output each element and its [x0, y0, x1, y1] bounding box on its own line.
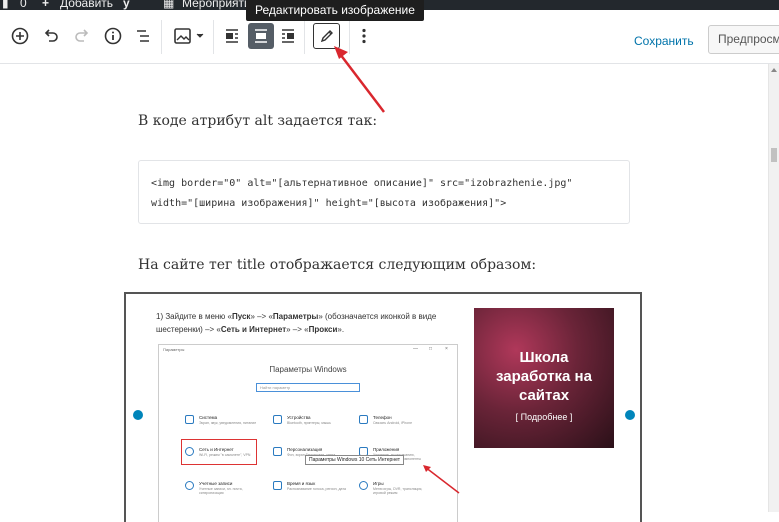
paragraph-title[interactable]: На сайте тег title отображается следующи…: [138, 257, 536, 273]
comments-icon[interactable]: ▮: [2, 0, 9, 10]
minimize-icon: —: [413, 346, 418, 352]
add-block-icon[interactable]: [8, 24, 32, 48]
ad-line-2: заработка на: [496, 368, 592, 385]
image-tooltip: Параметры Windows 10 Сеть Интернет: [305, 455, 404, 465]
settings-cell: Устройства Bluetooth, принтеры, мышь: [273, 415, 348, 443]
image-instruction-text: 1) Зайдите в меню «Пуск» –> «Параметры» …: [156, 312, 437, 334]
highlight-box: [181, 439, 257, 465]
events-link[interactable]: Мероприяти: [182, 0, 251, 10]
resize-handle-left[interactable]: [133, 410, 143, 420]
paragraph-alt[interactable]: В коде атрибут alt задается так:: [138, 113, 377, 129]
save-draft-button[interactable]: Сохранить: [634, 34, 694, 48]
annotation-arrow: [334, 46, 385, 113]
scrollbar[interactable]: [768, 64, 779, 512]
scroll-thumb[interactable]: [771, 148, 777, 162]
time-language-icon: [273, 481, 282, 490]
phone-icon: [359, 415, 368, 424]
gaming-icon: [359, 481, 368, 490]
resize-handle-right[interactable]: [625, 410, 635, 420]
window-heading: Параметры Windows: [269, 365, 347, 374]
undo-icon[interactable]: [39, 24, 63, 48]
settings-cell: Учетные записи Учетные записи, эл. почта,…: [185, 481, 260, 509]
accounts-icon: [185, 481, 194, 490]
block-type-image-icon[interactable]: [173, 24, 207, 48]
window-title: Параметры: [163, 347, 185, 352]
comments-count[interactable]: 0: [20, 0, 27, 10]
code-line-1: <img border="0" alt="[альтернативное опи…: [151, 178, 573, 189]
add-new-link[interactable]: Добавить: [60, 0, 113, 10]
code-block[interactable]: <img border="0" alt="[альтернативное опи…: [138, 160, 630, 224]
align-center-icon[interactable]: [248, 23, 274, 49]
windows-settings-screenshot: Параметры — □ × Параметры Windows Найти …: [158, 344, 460, 522]
ad-more: [ Подробнее ]: [515, 412, 573, 422]
outline-icon[interactable]: [131, 24, 155, 48]
ad-banner: Школа заработка на сайтах [ Подробнее ]: [474, 308, 614, 448]
settings-cell: Телефон Связать Android, iPhone: [359, 415, 434, 443]
selected-image-block[interactable]: 1) Зайдите в меню «Пуск» –> «Параметры» …: [124, 292, 642, 522]
close-icon: ×: [445, 346, 448, 352]
redo-icon[interactable]: [70, 24, 94, 48]
window-search: Найти параметр: [256, 383, 360, 392]
ad-line-1: Школа: [519, 349, 569, 366]
image-arrow: [423, 465, 460, 494]
align-left-icon[interactable]: [220, 24, 244, 48]
preview-button[interactable]: Предпросмотр: [708, 25, 779, 54]
add-icon[interactable]: +: [42, 0, 49, 10]
calendar-icon[interactable]: ▦: [163, 0, 174, 10]
personalization-icon: [273, 447, 282, 456]
scroll-up-icon[interactable]: [771, 68, 777, 72]
align-right-icon[interactable]: [276, 24, 300, 48]
info-icon[interactable]: [101, 24, 125, 48]
yoast-icon[interactable]: y: [123, 0, 130, 10]
maximize-icon: □: [429, 346, 433, 352]
devices-icon: [273, 415, 282, 424]
system-icon: [185, 415, 194, 424]
ad-line-3: сайтах: [518, 387, 570, 404]
tooltip: Редактировать изображение: [246, 0, 424, 21]
settings-cell: Время и язык Распознавание голоса, регион…: [273, 481, 348, 509]
code-line-2: width="[ширина изображения]" height="[вы…: [151, 198, 507, 209]
